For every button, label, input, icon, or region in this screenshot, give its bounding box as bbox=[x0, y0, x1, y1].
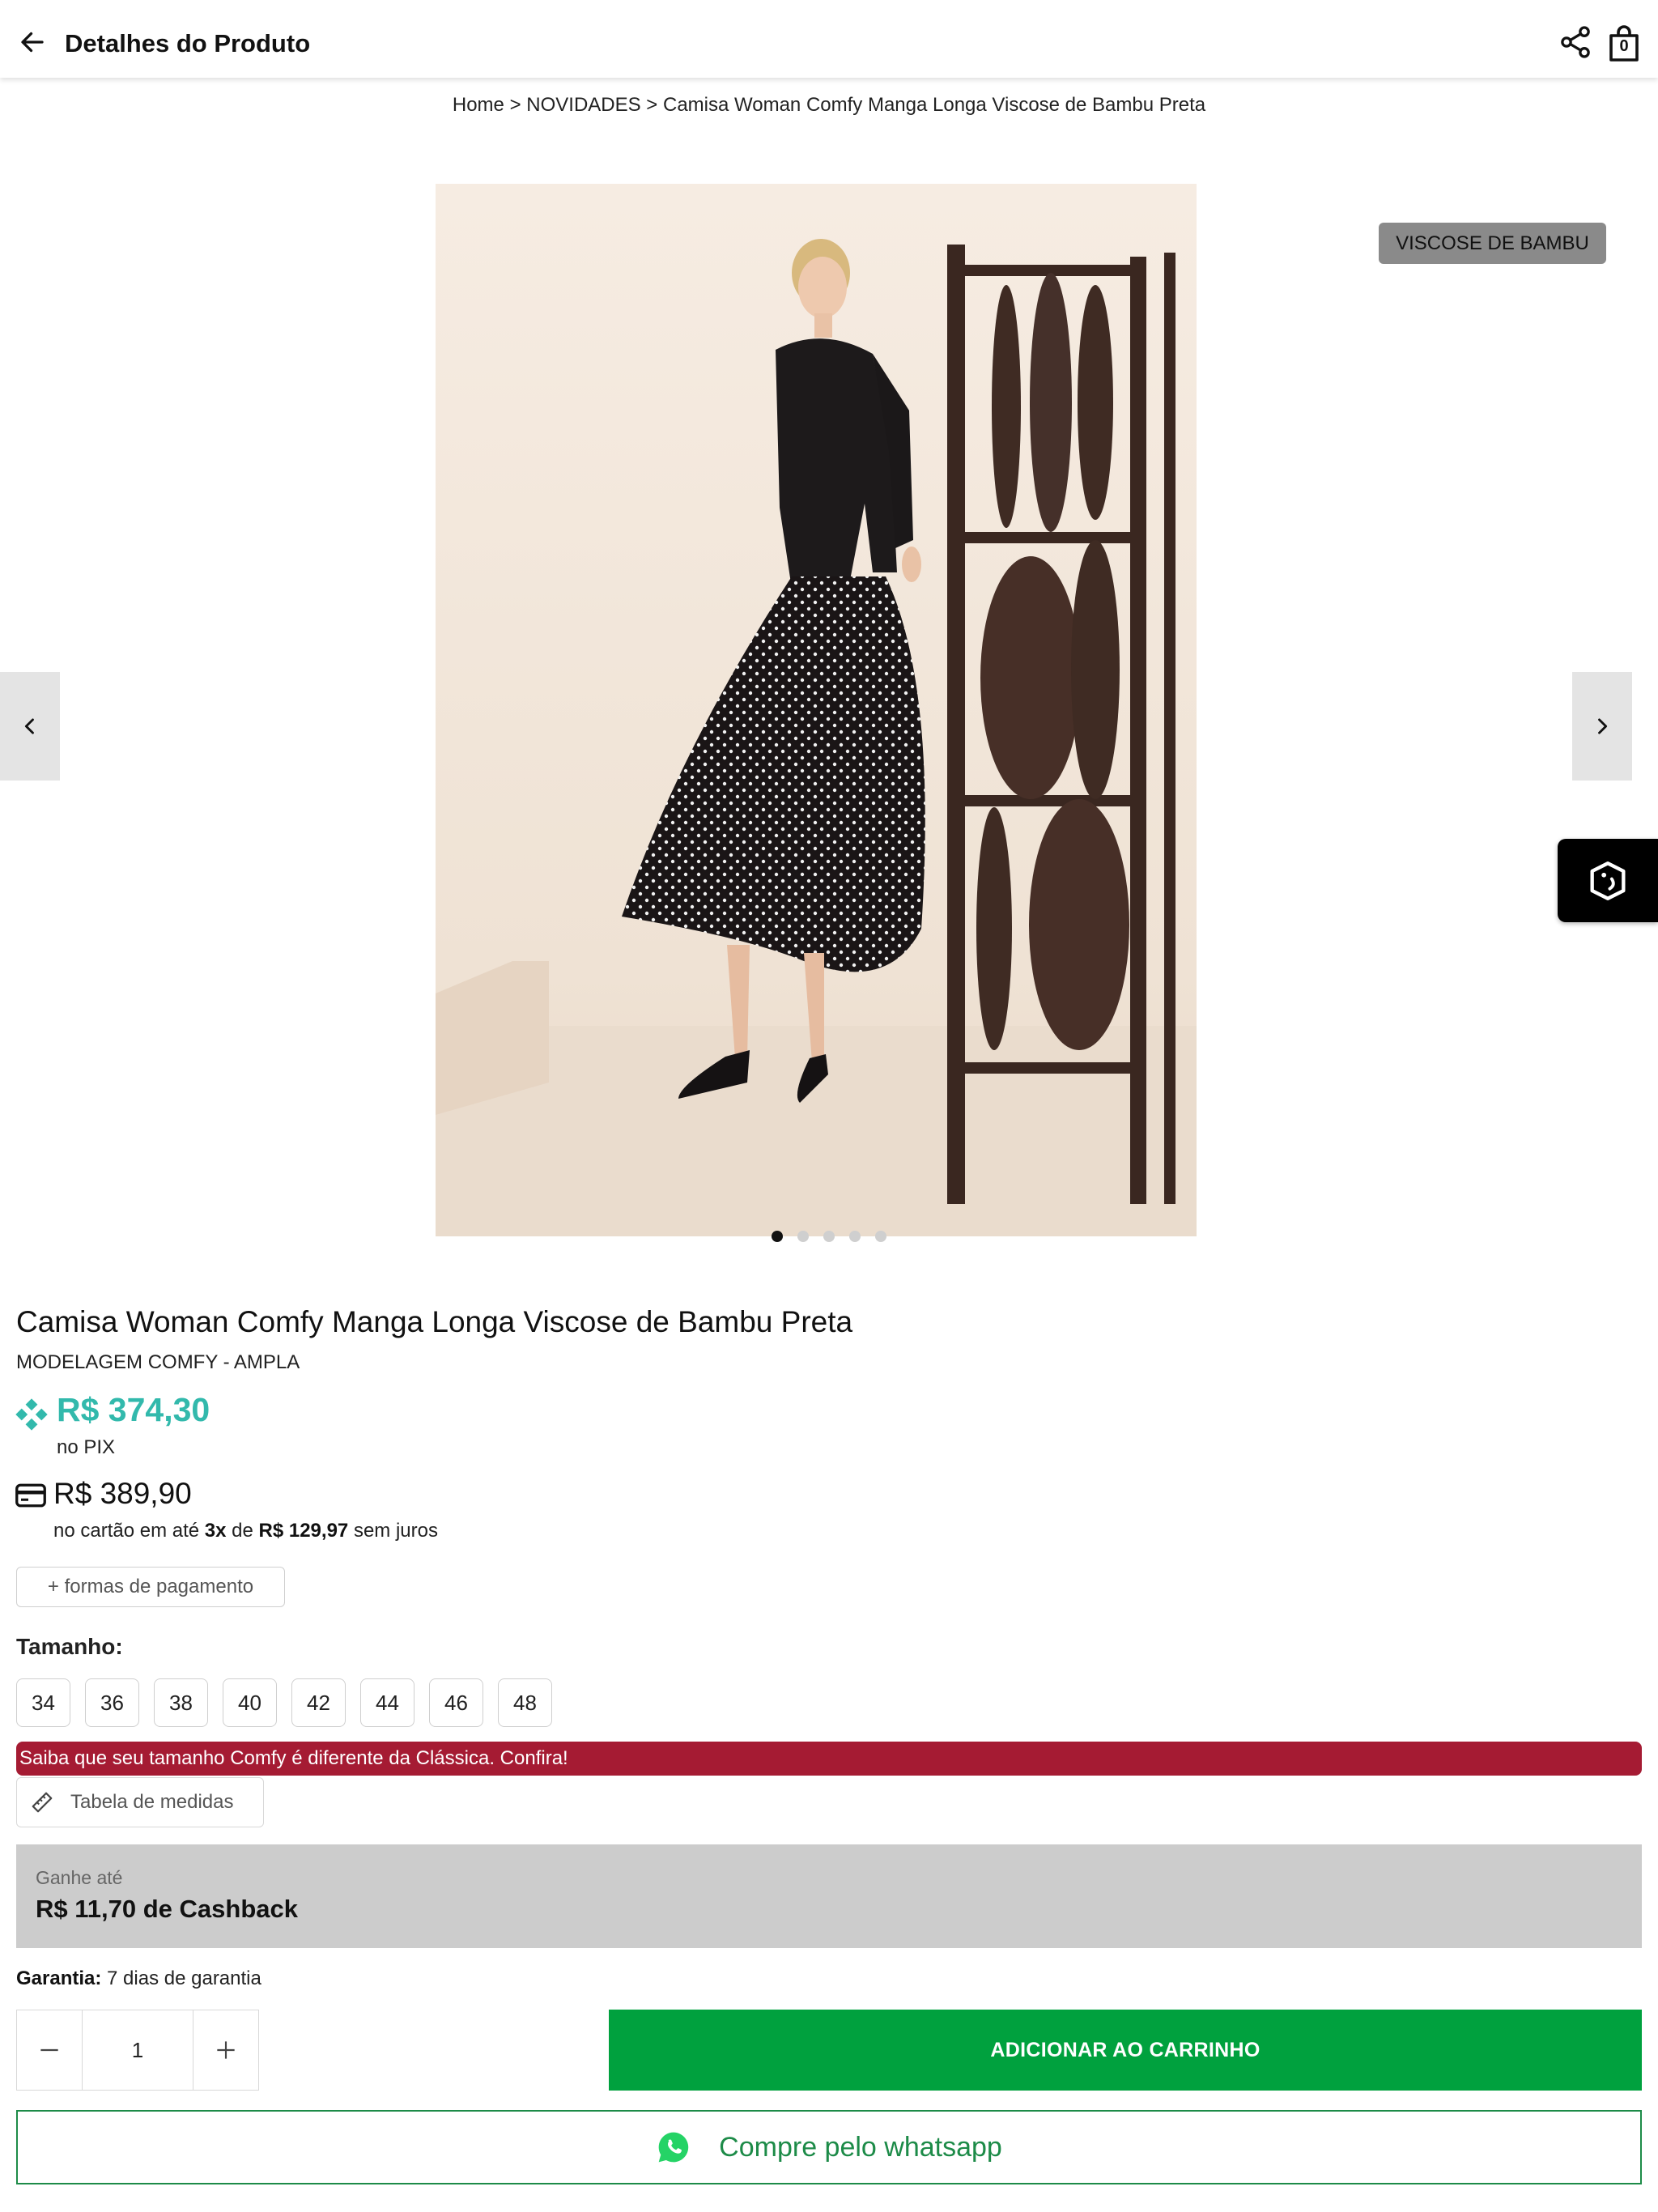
cashback-amount: R$ 11,70 de Cashback bbox=[36, 1895, 298, 1923]
size-label: Tamanho: bbox=[16, 1634, 123, 1659]
installments-value: R$ 129,97 bbox=[258, 1520, 349, 1542]
quantity-stepper: 1 bbox=[16, 2010, 259, 2091]
cashback-banner: Ganhe até R$ 11,70 de Cashback bbox=[16, 1844, 1642, 1948]
top-app-bar: Detalhes do Produto 0 bbox=[0, 0, 1658, 78]
card-price: R$ 389,90 bbox=[53, 1477, 192, 1510]
size-option[interactable]: 42 bbox=[291, 1678, 346, 1727]
installments-count: 3x bbox=[204, 1520, 227, 1542]
installments-suffix: sem juros bbox=[348, 1520, 438, 1542]
size-selector: 34 36 38 40 42 44 46 48 bbox=[16, 1678, 552, 1727]
warranty-label: Garantia: bbox=[16, 1967, 102, 1989]
product-image[interactable] bbox=[436, 184, 1197, 1236]
size-option[interactable]: 34 bbox=[16, 1678, 70, 1727]
gallery-dot[interactable] bbox=[849, 1231, 861, 1242]
installments-prefix: no cartão em até bbox=[53, 1520, 205, 1542]
quantity-increase-button[interactable] bbox=[193, 2010, 258, 2090]
pix-label: no PIX bbox=[57, 1436, 116, 1458]
breadcrumb-separator: > bbox=[504, 94, 527, 116]
size-option[interactable]: 46 bbox=[429, 1678, 483, 1727]
hanger-tag-icon bbox=[1590, 861, 1626, 900]
gallery-prev-button[interactable] bbox=[0, 672, 60, 781]
gallery-dot[interactable] bbox=[875, 1231, 886, 1242]
arrow-left-icon bbox=[21, 32, 44, 53]
size-option[interactable]: 40 bbox=[223, 1678, 277, 1727]
size-option[interactable]: 36 bbox=[85, 1678, 139, 1727]
pix-icon bbox=[15, 1398, 48, 1431]
product-photo bbox=[436, 184, 1197, 1236]
breadcrumb-separator: > bbox=[640, 94, 663, 116]
gallery-next-button[interactable] bbox=[1572, 672, 1632, 781]
share-button[interactable] bbox=[1558, 24, 1593, 60]
pix-price: R$ 374,30 bbox=[57, 1391, 210, 1428]
breadcrumb-current: Camisa Woman Comfy Manga Longa Viscose d… bbox=[663, 94, 1206, 116]
ruler-icon bbox=[32, 1792, 53, 1813]
whatsapp-icon bbox=[658, 2132, 689, 2163]
installments-info: no cartão em até 3x de R$ 129,97 sem jur… bbox=[53, 1520, 438, 1542]
size-chart-button[interactable]: Tabela de medidas bbox=[16, 1777, 264, 1827]
plus-icon bbox=[217, 2041, 235, 2059]
credit-card-icon bbox=[15, 1483, 46, 1508]
gallery-dot[interactable] bbox=[772, 1231, 783, 1242]
installments-mid: de bbox=[226, 1520, 259, 1542]
size-option[interactable]: 38 bbox=[154, 1678, 208, 1727]
size-chart-label: Tabela de medidas bbox=[70, 1791, 234, 1813]
size-advisor-widget[interactable] bbox=[1558, 839, 1658, 922]
cart-count-badge: 0 bbox=[1619, 37, 1629, 55]
breadcrumb-home[interactable]: Home bbox=[453, 94, 504, 116]
breadcrumb: Home > NOVIDADES > Camisa Woman Comfy Ma… bbox=[0, 94, 1658, 117]
chevron-right-icon bbox=[1598, 718, 1608, 734]
product-title: Camisa Woman Comfy Manga Longa Viscose d… bbox=[16, 1305, 853, 1338]
share-icon bbox=[1561, 26, 1590, 58]
quantity-value[interactable]: 1 bbox=[82, 2010, 193, 2090]
payment-methods-button[interactable]: + formas de pagamento bbox=[16, 1567, 285, 1607]
warranty-info: Garantia: 7 dias de garantia bbox=[16, 1967, 261, 1990]
product-fit-label: MODELAGEM COMFY - AMPLA bbox=[16, 1351, 300, 1373]
chevron-left-icon bbox=[24, 718, 34, 734]
page-title: Detalhes do Produto bbox=[65, 29, 311, 57]
gallery-dot[interactable] bbox=[823, 1231, 835, 1242]
add-to-cart-button[interactable]: ADICIONAR AO CARRINHO bbox=[609, 2010, 1642, 2091]
size-alert-banner[interactable]: Saiba que seu tamanho Comfy é diferente … bbox=[16, 1742, 1642, 1776]
cart-button[interactable]: 0 bbox=[1606, 24, 1642, 63]
quantity-decrease-button[interactable] bbox=[17, 2010, 82, 2090]
back-button[interactable] bbox=[11, 21, 53, 63]
gallery-dot[interactable] bbox=[797, 1231, 809, 1242]
size-option[interactable]: 44 bbox=[360, 1678, 414, 1727]
whatsapp-label: Compre pelo whatsapp bbox=[719, 2131, 1002, 2163]
cashback-caption: Ganhe até bbox=[36, 1867, 123, 1888]
breadcrumb-category[interactable]: NOVIDADES bbox=[526, 94, 640, 116]
minus-icon bbox=[40, 2048, 58, 2052]
size-option[interactable]: 48 bbox=[498, 1678, 552, 1727]
gallery-pagination bbox=[0, 1231, 1658, 1242]
warranty-value: 7 dias de garantia bbox=[101, 1967, 261, 1989]
material-badge: VISCOSE DE BAMBU bbox=[1379, 223, 1606, 264]
whatsapp-buy-button[interactable]: Compre pelo whatsapp bbox=[16, 2110, 1642, 2184]
